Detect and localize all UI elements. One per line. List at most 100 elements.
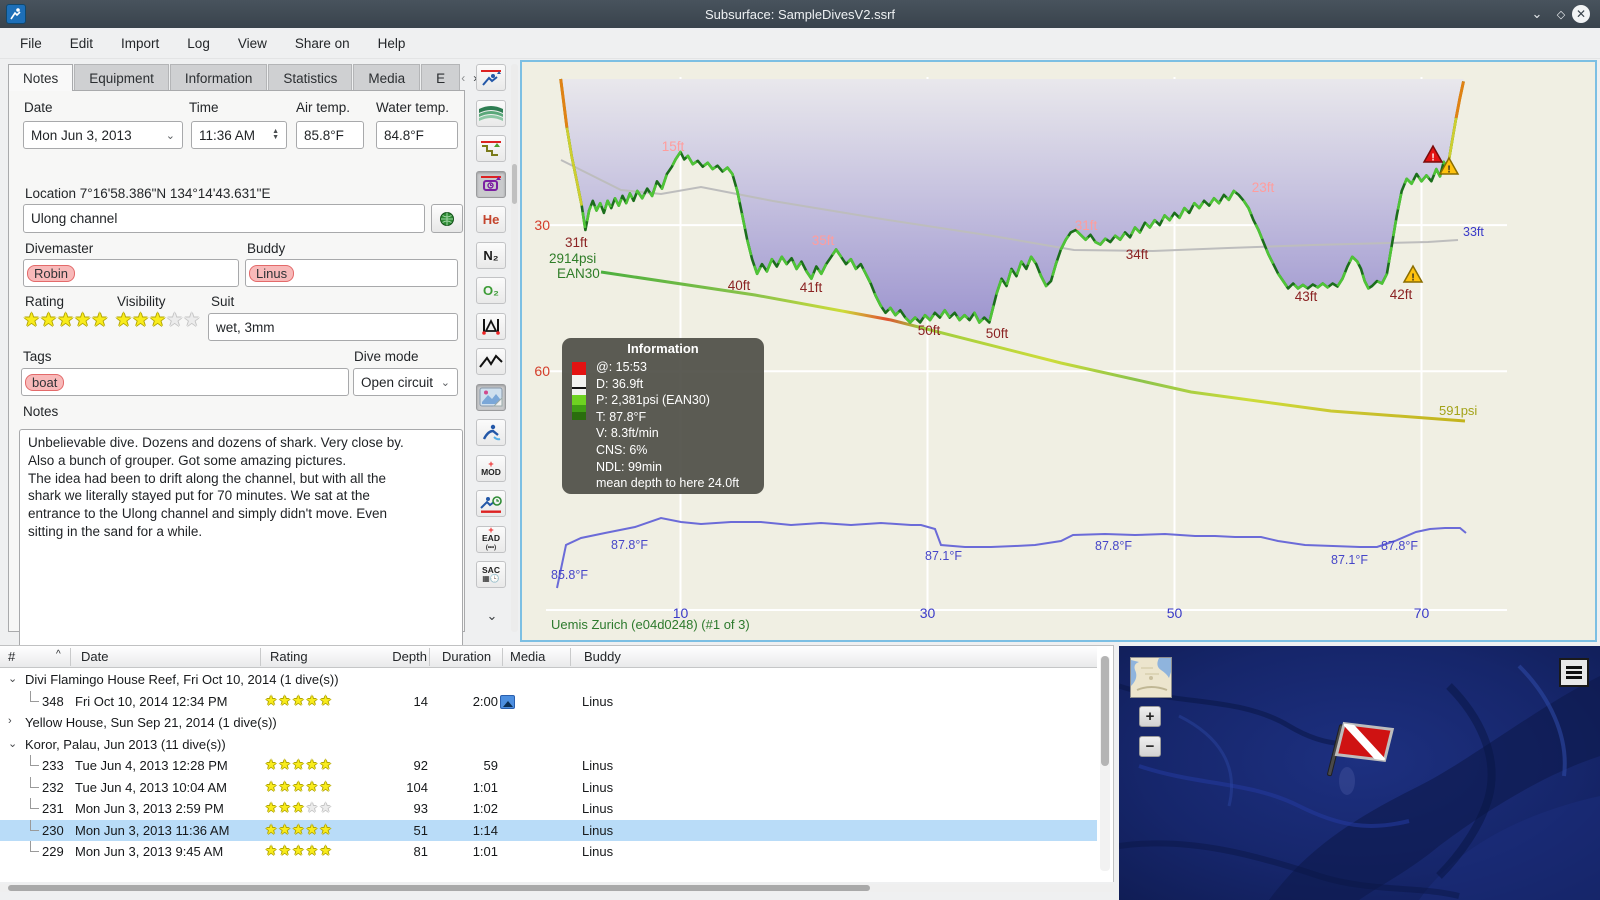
tag-chip[interactable]: boat xyxy=(25,373,65,391)
map-panel[interactable]: + − xyxy=(1119,646,1600,900)
close-button[interactable]: ✕ xyxy=(1572,5,1590,23)
tags-field[interactable]: boat xyxy=(21,368,349,396)
trip-title: Koror, Palau, Jun 2013 (11 dive(s)) xyxy=(25,736,226,752)
notes-textarea[interactable]: Unbelievable dive. Dozens and dozens of … xyxy=(19,429,463,657)
sort-indicator-icon: ^ xyxy=(56,649,61,660)
divelist-dive-row[interactable]: 229 Mon Jun 3, 2013 9:45 AM ★★★★★ 81 1:01 Lin… xyxy=(0,841,1097,863)
tab-e[interactable]: E xyxy=(421,64,461,91)
mod-icon[interactable]: + MOD xyxy=(476,454,506,482)
divelist-dive-row[interactable]: 232 Tue Jun 4, 2013 10:04 AM ★★★★★ 104 1:01 L… xyxy=(0,776,1097,799)
heart-rate-icon[interactable] xyxy=(476,348,506,375)
column-header-media[interactable]: Media xyxy=(510,649,545,664)
water-salinity-icon[interactable] xyxy=(476,99,506,127)
photos-icon[interactable] xyxy=(476,383,506,411)
toolbar-scroll-down-icon[interactable]: ⌄ xyxy=(478,608,506,626)
partial-pressure-o2-icon[interactable]: O₂ xyxy=(476,277,506,304)
time-spinner[interactable]: ▲ ▼ xyxy=(272,128,279,141)
column-header-date[interactable]: Date xyxy=(81,649,108,664)
date-field[interactable]: Mon Jun 3, 2013 ⌄ xyxy=(23,121,183,149)
buddy-chip[interactable]: Linus xyxy=(249,264,295,282)
dive-depth: 92 xyxy=(413,758,428,773)
watertemp-field[interactable]: 84.8°F xyxy=(376,121,458,149)
sac-icon[interactable]: SAC ▦🕒 xyxy=(476,561,506,588)
airtemp-field[interactable]: 85.8°F xyxy=(296,121,364,149)
buddy-field[interactable]: Linus xyxy=(245,259,458,287)
tab-equipment[interactable]: Equipment xyxy=(74,64,169,91)
menu-view[interactable]: View xyxy=(224,32,281,55)
tab-statistics[interactable]: Statistics xyxy=(268,64,353,91)
ndl-icon[interactable] xyxy=(476,490,506,517)
time-field[interactable]: 11:36 AM ▲ ▼ xyxy=(191,121,287,149)
map-zoom-out-button[interactable]: − xyxy=(1139,736,1161,757)
dive-depth: 81 xyxy=(413,844,428,859)
watertemp-label: Water temp. xyxy=(376,100,450,115)
location-field[interactable]: Ulong channel xyxy=(23,204,425,233)
dive-mode-icon[interactable] xyxy=(476,64,506,91)
tab-scroll-left-icon[interactable]: ‹ xyxy=(461,71,465,85)
ead-icon[interactable]: + EAD (•••) xyxy=(476,525,506,553)
divemaster-field[interactable]: Robin xyxy=(23,259,239,287)
partial-pressure-n2-icon[interactable]: N₂ xyxy=(476,241,506,269)
menu-help[interactable]: Help xyxy=(364,32,420,55)
dive-duration: 59 xyxy=(483,758,498,773)
minimize-button[interactable]: ⌄ xyxy=(1528,5,1546,23)
menu-edit[interactable]: Edit xyxy=(56,32,107,55)
column-header-duration[interactable]: Duration xyxy=(442,649,491,664)
dive-list-vertical-scrollbar[interactable] xyxy=(1100,656,1110,871)
dive-number: 229 xyxy=(42,844,64,859)
column-header-rating[interactable]: Rating xyxy=(270,649,308,664)
dive-number: 231 xyxy=(42,801,64,816)
column-header-depth[interactable]: Depth xyxy=(392,649,427,664)
divelist-dive-row[interactable]: 230 Mon Jun 3, 2013 11:36 AM ★★★★★ 51 1:14 Li… xyxy=(0,819,1097,841)
dive-number: 233 xyxy=(42,758,64,773)
dive-date: Tue Jun 4, 2013 10:04 AM xyxy=(75,779,228,795)
divelist-trip-row[interactable]: ⌄ Koror, Palau, Jun 2013 (11 dive(s)) xyxy=(0,734,1097,756)
menu-log[interactable]: Log xyxy=(173,32,224,55)
collapse-icon[interactable]: ⌄ xyxy=(8,672,17,685)
media-thumbnail-icon[interactable] xyxy=(500,694,515,709)
menu-file[interactable]: File xyxy=(6,32,56,55)
divelist-trip-row[interactable]: ⌄ Divi Flamingo House Reef, Fri Oct 10, 2… xyxy=(0,669,1097,691)
partial-pressure-he-icon[interactable]: He xyxy=(476,206,506,233)
dive-list-header[interactable]: # Date Rating Depth Duration Media Buddy ^ xyxy=(0,646,1097,668)
svg-text:50ft: 50ft xyxy=(918,323,941,338)
rating-stars[interactable]: ★★★★★ xyxy=(23,309,108,332)
menu-import[interactable]: Import xyxy=(107,32,173,55)
chevron-down-icon: ⌄ xyxy=(165,129,175,142)
divelist-trip-row[interactable]: › Yellow House, Sun Sep 21, 2014 (1 dive(… xyxy=(0,712,1097,734)
dive-list-horizontal-scrollbar[interactable] xyxy=(0,884,1114,892)
calculated-ceiling-icon[interactable] xyxy=(476,135,506,162)
collapse-icon[interactable]: ⌄ xyxy=(8,737,17,750)
gas-change-icon[interactable] xyxy=(476,312,506,340)
dc-ceiling-icon[interactable] xyxy=(476,170,506,198)
dive-buddy: Linus xyxy=(582,779,614,795)
globe-button[interactable] xyxy=(431,204,463,233)
warning-triangle-icon: ! xyxy=(1402,264,1424,284)
tank-pressure-icon[interactable] xyxy=(476,419,506,446)
tab-media[interactable]: Media xyxy=(353,64,421,91)
panel-scrollbar[interactable] xyxy=(511,64,518,632)
tab-information[interactable]: Information xyxy=(169,64,268,91)
tab-notes[interactable]: Notes xyxy=(8,64,74,91)
menu-share-on[interactable]: Share on xyxy=(281,32,364,55)
maximize-button[interactable]: ◇ xyxy=(1552,5,1570,23)
map-overview-thumbnail[interactable] xyxy=(1130,657,1172,698)
map-menu-button[interactable] xyxy=(1559,658,1589,687)
tree-branch xyxy=(30,690,39,702)
dive-rating-stars: ★★★★★ xyxy=(265,800,334,815)
column-header-buddy[interactable]: Buddy xyxy=(584,649,621,664)
expand-icon[interactable]: › xyxy=(8,715,12,727)
divelist-dive-row[interactable]: 348 Fri Oct 10, 2014 12:34 PM ★★★★★ 14 2:00 L… xyxy=(0,690,1097,713)
divemaster-chip[interactable]: Robin xyxy=(27,264,75,282)
column-header-num[interactable]: # xyxy=(8,649,15,664)
visibility-stars[interactable]: ★★★★★ xyxy=(115,309,200,332)
dive-list: # Date Rating Depth Duration Media Buddy ^ ⌄ Div… xyxy=(0,645,1114,892)
map-zoom-in-button[interactable]: + xyxy=(1139,706,1161,727)
suit-field[interactable]: wet, 3mm xyxy=(208,313,458,341)
dive-depth: 93 xyxy=(413,801,428,816)
map-terrain xyxy=(1119,646,1600,900)
divelist-dive-row[interactable]: 233 Tue Jun 4, 2013 12:28 PM ★★★★★ 92 59 Linu… xyxy=(0,755,1097,777)
divemode-select[interactable]: Open circuit ⌄ xyxy=(353,368,458,396)
suit-label: Suit xyxy=(211,294,235,309)
divelist-dive-row[interactable]: 231 Mon Jun 3, 2013 2:59 PM ★★★★★ 93 1:02 Lin… xyxy=(0,798,1097,820)
